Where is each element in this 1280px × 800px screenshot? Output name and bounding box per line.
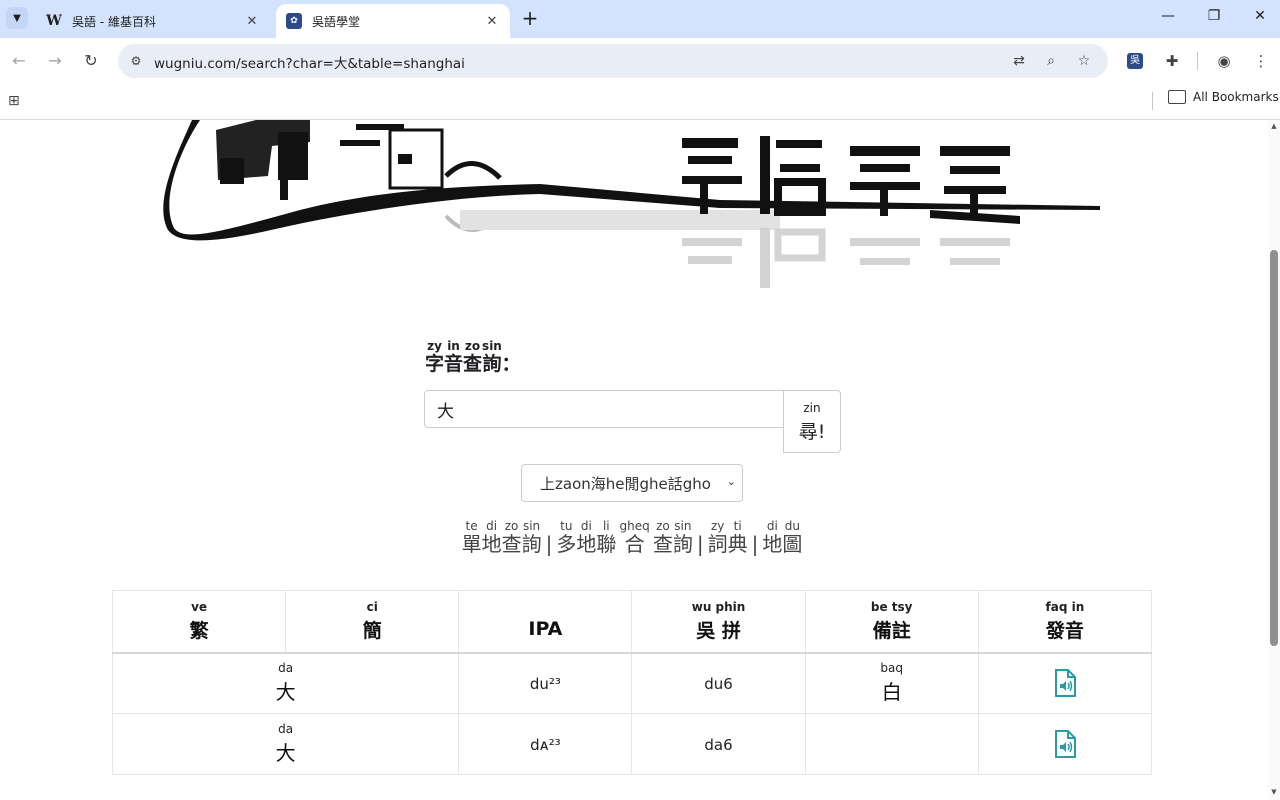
wupin-cell: da6 bbox=[631, 713, 806, 775]
bookmarks-divider bbox=[1152, 92, 1153, 110]
char-cell: da 大 bbox=[111, 652, 460, 714]
table-row: da 大 dᴀ²³ da6 bbox=[111, 713, 1153, 775]
tab-search-chevron-icon[interactable]: ▼ bbox=[6, 7, 28, 29]
chevron-down-icon: ⌄ bbox=[726, 475, 736, 488]
header-ipa: IPA bbox=[458, 590, 633, 654]
dialect-selected-value: 上zaon海he閒ghe話gho bbox=[540, 474, 711, 493]
address-bar[interactable]: ⚙ wugniu.com/search?char=大&table=shangha… bbox=[118, 44, 1108, 78]
mode-link-single[interactable]: 單te地di查zo詢sin bbox=[462, 519, 542, 556]
all-bookmarks-label: All Bookmarks bbox=[1193, 90, 1279, 104]
wugniu-icon: ✿ bbox=[286, 13, 302, 29]
divider: | bbox=[696, 532, 704, 556]
search-label: 字zy音in查zo詢sin： bbox=[425, 339, 521, 375]
site-banner-logo bbox=[163, 120, 1100, 288]
apps-grid-icon[interactable]: ⊞ bbox=[8, 92, 26, 110]
search-button[interactable]: zin 尋! bbox=[783, 390, 841, 453]
scroll-down-icon[interactable]: ▼ bbox=[1270, 788, 1278, 796]
header-wupin: wu phin 吳 拼 bbox=[631, 590, 806, 654]
page-content: 字zy音in查zo詢sin： zin 尋! 上zaon海he閒ghe話gho ⌄… bbox=[0, 120, 1280, 800]
note-cell bbox=[804, 713, 979, 775]
menu-kebab-icon[interactable]: ⋮ bbox=[1250, 50, 1272, 72]
divider: | bbox=[545, 532, 553, 556]
sound-cell bbox=[977, 652, 1153, 714]
all-bookmarks-button[interactable]: All Bookmarks bbox=[1168, 90, 1279, 104]
audio-file-icon[interactable] bbox=[1053, 730, 1077, 758]
mode-link-multi[interactable]: 多tu地di聯li 合gheq 查zo詢sin bbox=[556, 519, 693, 556]
tab-wikipedia[interactable]: W 吳語 - 維基百科 ✕ bbox=[36, 4, 270, 38]
character-search-input[interactable] bbox=[424, 390, 784, 428]
minimize-icon[interactable]: — bbox=[1157, 8, 1179, 30]
tab-title: 吳語學堂 bbox=[312, 14, 361, 29]
divider: | bbox=[751, 532, 759, 556]
restore-icon[interactable]: ❐ bbox=[1203, 8, 1225, 30]
header-notes: be tsy 備註 bbox=[804, 590, 979, 654]
wikipedia-icon: W bbox=[46, 13, 62, 29]
reload-icon[interactable]: ↻ bbox=[80, 50, 102, 72]
scroll-up-icon[interactable]: ▲ bbox=[1270, 122, 1278, 130]
page-scrollbar[interactable]: ▲ ▼ bbox=[1268, 120, 1280, 800]
close-icon[interactable]: ✕ bbox=[484, 13, 500, 29]
mode-link-map[interactable]: 地di圖du bbox=[762, 519, 802, 556]
ipa-cell: du²³ bbox=[458, 652, 633, 714]
results-table: ve 繁 ci 簡 IPA wu phin 吳 拼 be tsy 備註 faq in 發音… bbox=[111, 590, 1153, 775]
toolbar-divider bbox=[1197, 52, 1198, 70]
close-icon[interactable]: ✕ bbox=[244, 13, 260, 29]
bookmark-star-icon[interactable]: ☆ bbox=[1073, 51, 1095, 71]
header-traditional: ve 繁 bbox=[111, 590, 287, 654]
table-header-row: ve 繁 ci 簡 IPA wu phin 吳 拼 be tsy 備註 faq in 發音 bbox=[111, 590, 1153, 654]
sound-cell bbox=[977, 713, 1153, 775]
profile-icon[interactable]: ◉ bbox=[1213, 50, 1235, 72]
dialect-table-select[interactable]: 上zaon海he閒ghe話gho ⌄ bbox=[521, 464, 743, 502]
tab-wugniu[interactable]: ✿ 吳語學堂 ✕ bbox=[276, 4, 510, 38]
wugniu-extension-icon[interactable]: 吳 bbox=[1124, 50, 1146, 72]
audio-file-icon[interactable] bbox=[1053, 669, 1077, 698]
note-cell: baq 白 bbox=[804, 652, 979, 714]
bookmarks-bar: ⊞ All Bookmarks bbox=[0, 84, 1280, 120]
translate-icon[interactable]: ⇄ bbox=[1008, 51, 1030, 71]
table-row: da 大 du²³ du6 baq 白 bbox=[111, 652, 1153, 714]
mode-link-dictionary[interactable]: 詞zy典ti bbox=[708, 519, 748, 556]
zoom-icon[interactable]: ⌕ bbox=[1040, 51, 1062, 71]
tab-title: 吳語 - 維基百科 bbox=[72, 14, 156, 29]
wupin-cell: du6 bbox=[631, 652, 806, 714]
folder-icon bbox=[1168, 90, 1186, 104]
forward-arrow-icon[interactable]: → bbox=[44, 50, 66, 72]
site-info-icon[interactable]: ⚙ bbox=[126, 51, 146, 71]
search-mode-links: 單te地di查zo詢sin| 多tu地di聯li 合gheq 查zo詢sin| 詞z… bbox=[0, 519, 1264, 557]
scrollbar-thumb[interactable] bbox=[1270, 250, 1278, 646]
char-cell: da 大 bbox=[111, 713, 460, 775]
back-arrow-icon[interactable]: ← bbox=[8, 50, 30, 72]
window-close-icon[interactable]: ✕ bbox=[1249, 8, 1271, 30]
extensions-puzzle-icon[interactable]: ✚ bbox=[1161, 50, 1183, 72]
ipa-cell: dᴀ²³ bbox=[458, 713, 633, 775]
url-text[interactable]: wugniu.com/search?char=大&table=shanghai bbox=[154, 52, 465, 72]
header-pronunciation: faq in 發音 bbox=[977, 590, 1153, 654]
browser-toolbar: ← → ↻ ⚙ wugniu.com/search?char=大&table=s… bbox=[0, 38, 1280, 84]
new-tab-plus-icon[interactable]: + bbox=[519, 8, 541, 30]
header-simplified: ci 簡 bbox=[285, 590, 460, 654]
tab-strip: ▼ W 吳語 - 維基百科 ✕ ✿ 吳語學堂 ✕ + — ❐ ✕ bbox=[0, 0, 1280, 38]
